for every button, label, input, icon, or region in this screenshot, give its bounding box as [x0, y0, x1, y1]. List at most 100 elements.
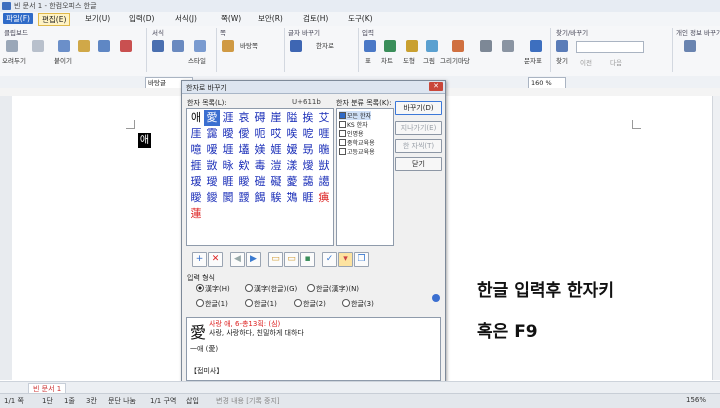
hanja-item[interactable]: 瞹 — [188, 190, 204, 206]
copy-icon[interactable] — [32, 40, 44, 52]
skip-button[interactable]: 지나가기(E) — [395, 121, 442, 135]
hanja-item[interactable]: 曖 — [220, 126, 236, 142]
hanja-button[interactable]: 한자로 — [316, 40, 334, 50]
hanja-item[interactable]: 餲 — [252, 190, 268, 206]
format-copy-icon[interactable] — [78, 40, 90, 52]
hanja-item[interactable]: 哎 — [268, 126, 284, 142]
hanja-item[interactable]: 靉 — [236, 190, 252, 206]
check-icon[interactable]: ✓ — [322, 252, 337, 267]
hanja-item[interactable]: 嫒 — [284, 142, 300, 158]
find-combo[interactable] — [576, 41, 644, 53]
hanja-item[interactable]: 靄 — [204, 126, 220, 142]
add-icon[interactable]: + — [192, 252, 207, 267]
hanja-item[interactable]: 藹 — [300, 174, 316, 190]
hanja-item[interactable]: 堐 — [220, 142, 236, 158]
hanja-item[interactable]: 媄 — [252, 142, 268, 158]
char-convert-icon[interactable] — [290, 40, 302, 52]
hanja-item[interactable]: 暆 — [316, 142, 332, 158]
menu-tools[interactable]: 도구(K) — [345, 13, 376, 24]
arrow-right-icon[interactable]: ▶ — [246, 252, 261, 267]
category-item[interactable]: KS 한자 — [339, 120, 368, 129]
save-icon[interactable]: ▪ — [300, 252, 315, 267]
format-option[interactable]: 한글(1) — [245, 299, 277, 309]
hanja-item[interactable]: 挨 — [300, 110, 316, 126]
hanja-item[interactable]: 磑 — [252, 174, 268, 190]
hanja-item[interactable]: 呃 — [252, 126, 268, 142]
menu-review[interactable]: 검토(H) — [300, 13, 331, 24]
hanja-item[interactable]: 閡 — [220, 190, 236, 206]
symbol-icon[interactable] — [530, 40, 542, 52]
menu-security[interactable]: 보안(R) — [255, 13, 286, 24]
hanja-item[interactable]: 碍 — [252, 110, 268, 126]
copy-icon[interactable]: ❐ — [354, 252, 369, 267]
hanja-item[interactable]: 鴱 — [284, 190, 300, 206]
object-protect-icon[interactable] — [502, 40, 514, 52]
hanja-item[interactable]: 啀 — [316, 126, 332, 142]
hanja-item[interactable]: 哀 — [236, 110, 252, 126]
hanja-item[interactable]: 噫 — [188, 142, 204, 158]
prev-button[interactable]: 이전 — [580, 57, 592, 67]
format-option[interactable]: 한글(漢字)(N) — [307, 284, 359, 294]
hanja-item[interactable]: 獃 — [316, 158, 332, 174]
dropdown-icon[interactable]: ▾ — [338, 252, 353, 267]
category-item[interactable]: 고등교육용 — [339, 147, 375, 156]
char-shape-icon[interactable] — [152, 40, 164, 52]
find-replace-icon[interactable] — [684, 40, 696, 52]
format-option[interactable]: 漢字(한글)(G) — [245, 284, 297, 294]
menu-view[interactable]: 보기(U) — [82, 13, 113, 24]
hanja-item[interactable]: 艾 — [316, 110, 332, 126]
hanja-item[interactable]: 愛 — [204, 110, 220, 126]
format-option[interactable]: 한글(3) — [342, 299, 374, 309]
help-icon[interactable] — [432, 294, 440, 302]
hanja-item[interactable]: 毒 — [252, 158, 268, 174]
vertical-scrollbar[interactable] — [712, 96, 720, 380]
hanja-item[interactable]: 薆 — [284, 174, 300, 190]
hanja-item[interactable]: 鑀 — [204, 190, 220, 206]
open-folder-icon[interactable]: ▭ — [284, 252, 299, 267]
style-icon[interactable] — [194, 40, 206, 52]
hanja-item[interactable]: 瑷 — [188, 174, 204, 190]
one-char-button[interactable]: 한 자씩(T) — [395, 139, 442, 153]
hanja-item[interactable]: 唉 — [284, 126, 300, 142]
hanja-item[interactable]: 隘 — [284, 110, 300, 126]
paste-icon[interactable] — [58, 40, 70, 52]
hanja-item[interactable]: 壒 — [236, 142, 252, 158]
hanja-item[interactable]: 嗳 — [204, 142, 220, 158]
hanja-item[interactable]: 蓮 — [188, 206, 204, 222]
cut-icon[interactable] — [6, 40, 18, 52]
menu-page[interactable]: 쪽(W) — [218, 13, 244, 24]
clear-codes-icon[interactable] — [120, 40, 132, 52]
format-option[interactable]: 漢字(H) — [196, 284, 230, 294]
drawing-icon[interactable] — [452, 40, 464, 52]
hanja-item[interactable]: 捱 — [188, 158, 204, 174]
delete-icon[interactable]: ✕ — [208, 252, 223, 267]
select-all-icon[interactable] — [98, 40, 110, 52]
replace-button[interactable]: 바꾸기(D) — [395, 101, 442, 115]
hanja-item[interactable]: 娾 — [268, 142, 284, 158]
master-page-label[interactable]: 바탕쪽 — [240, 40, 258, 50]
category-list[interactable]: 모든 한자 KS 한자 인명용 중학교육용 고등교육용 — [336, 108, 394, 246]
close-icon[interactable]: ✕ — [429, 82, 443, 91]
hanja-item[interactable]: 痶 — [316, 190, 332, 206]
hanja-item[interactable]: 昮 — [300, 142, 316, 158]
hanja-list[interactable]: 애愛涯哀碍崖隘挨艾厓靄曖僾呃哎唉呝啀噫嗳堐壒媄娾嫒昮暆捱敳昹欸毒溰漾燰獃瑷璦睚瞹… — [186, 108, 334, 246]
hanja-item[interactable]: 礙 — [268, 174, 284, 190]
hanja-item[interactable]: 敳 — [204, 158, 220, 174]
find-icon[interactable] — [556, 40, 568, 52]
menu-file[interactable]: 파일(F) — [3, 13, 33, 24]
format-option[interactable]: 한글(2) — [294, 299, 326, 309]
menu-format[interactable]: 서식(J) — [172, 13, 200, 24]
hanja-item[interactable]: 呝 — [300, 126, 316, 142]
hanja-item[interactable]: 涯 — [220, 110, 236, 126]
para-shape-icon[interactable] — [172, 40, 184, 52]
hanja-item[interactable]: 睚 — [220, 174, 236, 190]
hanja-item[interactable]: 漾 — [284, 158, 300, 174]
hanja-item[interactable]: 僾 — [236, 126, 252, 142]
category-item[interactable]: 인명용 — [339, 129, 364, 138]
hanja-item[interactable]: 燰 — [300, 158, 316, 174]
selected-char[interactable]: 애 — [138, 133, 151, 148]
folder-icon[interactable]: ▭ — [268, 252, 283, 267]
hanja-item[interactable]: 瞹 — [236, 174, 252, 190]
hanja-item[interactable]: 厓 — [188, 126, 204, 142]
object-select-icon[interactable] — [480, 40, 492, 52]
